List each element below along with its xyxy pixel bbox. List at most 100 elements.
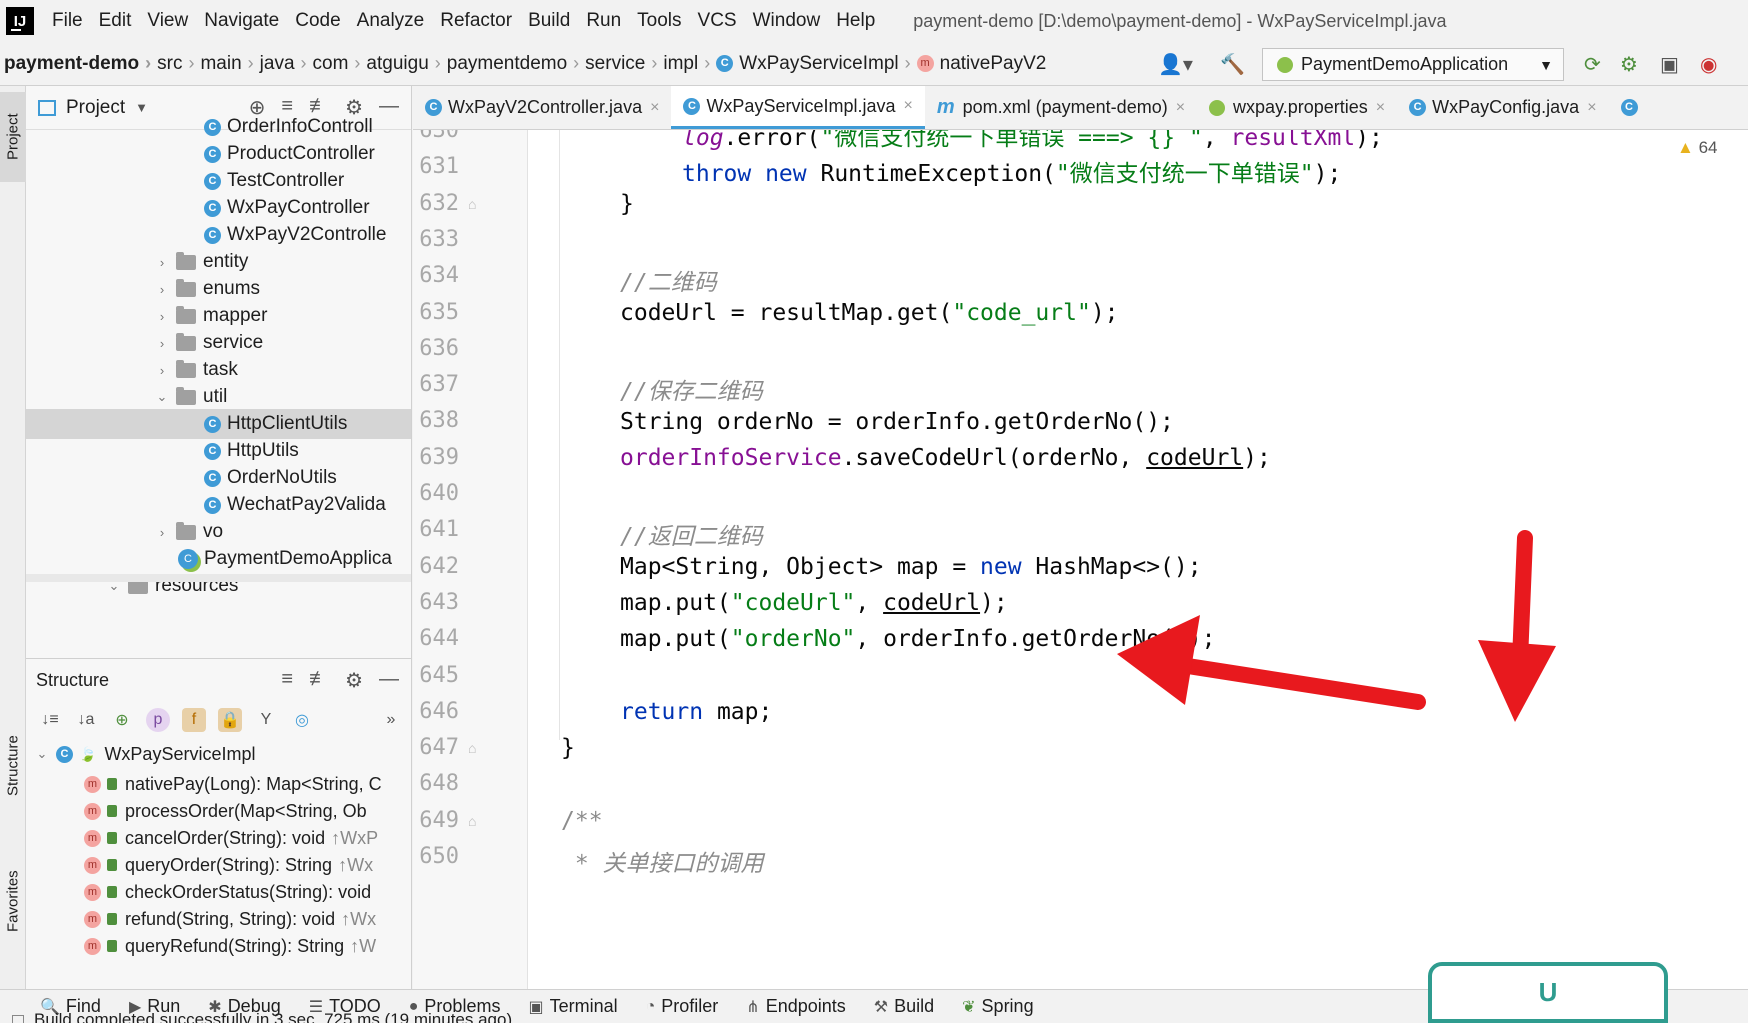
- tree-item-entity[interactable]: › entity: [26, 247, 411, 277]
- spring-tool-button[interactable]: ❦ Spring: [962, 996, 1033, 1017]
- tree-item-httputils[interactable]: C HttpUtils: [26, 436, 411, 466]
- tree-item-ordernoutils[interactable]: C OrderNoUtils: [26, 463, 411, 493]
- chevron-right-icon[interactable]: ›: [154, 255, 170, 270]
- structure-method-item[interactable]: m queryRefund(String): String ↑W: [26, 931, 411, 961]
- breadcrumb-atguigu[interactable]: atguigu ›: [366, 53, 446, 75]
- tree-item-testcontroller[interactable]: C TestController: [26, 166, 411, 196]
- structure-method-item[interactable]: m nativePay(Long): Map<String, C: [26, 769, 411, 799]
- endpoints-tool-button[interactable]: ⋔ Endpoints: [746, 996, 845, 1017]
- code-line-647[interactable]: }: [561, 735, 575, 761]
- code-line-643[interactable]: map.put("codeUrl", codeUrl);: [620, 590, 1008, 616]
- tab-overflow[interactable]: C: [1609, 86, 1656, 129]
- menu-build[interactable]: Build: [520, 10, 578, 32]
- show-properties-icon[interactable]: p: [146, 708, 170, 732]
- breadcrumb-src[interactable]: src ›: [157, 53, 200, 75]
- code-line-635[interactable]: codeUrl = resultMap.get("code_url");: [620, 300, 1119, 326]
- close-icon[interactable]: ×: [650, 99, 659, 117]
- menu-window[interactable]: Window: [745, 10, 829, 32]
- tab-wxpayv2controller[interactable]: C WxPayV2Controller.java ×: [413, 86, 671, 129]
- anonymous-classes-icon[interactable]: ◎: [290, 708, 314, 732]
- stop-icon[interactable]: ◉: [1700, 52, 1717, 77]
- menu-file[interactable]: File: [44, 10, 91, 32]
- tree-item-util[interactable]: ⌄ util: [26, 382, 411, 412]
- breadcrumb-method[interactable]: m nativePayV2: [916, 53, 1046, 75]
- run-configuration-select[interactable]: PaymentDemoApplication ▼: [1262, 48, 1564, 81]
- chevron-right-icon[interactable]: ›: [154, 525, 170, 540]
- tree-item-paymentdemoapplica[interactable]: C PaymentDemoApplica: [26, 544, 411, 574]
- show-fields-icon[interactable]: f: [182, 708, 206, 732]
- menu-view[interactable]: View: [139, 10, 196, 32]
- terminal-tool-button[interactable]: ▣ Terminal: [528, 996, 617, 1017]
- code-line-641[interactable]: //返回二维码: [620, 517, 763, 551]
- tree-item-wxpaycontroller[interactable]: C WxPayController: [26, 193, 411, 223]
- fold-marker-icon[interactable]: ⌂: [468, 196, 476, 212]
- menu-refactor[interactable]: Refactor: [432, 10, 520, 32]
- tree-item-enums[interactable]: › enums: [26, 274, 411, 304]
- tree-item-service[interactable]: › service: [26, 328, 411, 358]
- code-line-634[interactable]: //二维码: [620, 263, 717, 297]
- code-line-649[interactable]: /**: [561, 808, 603, 834]
- debug-icon[interactable]: ⚙: [1620, 52, 1638, 77]
- show-non-public-icon[interactable]: 🔒: [218, 708, 242, 732]
- breadcrumb-java[interactable]: java ›: [260, 53, 313, 75]
- code-line-630[interactable]: log.error("微信支付统一下单错误 ===> {} ", resultX…: [682, 130, 1383, 152]
- close-icon[interactable]: ×: [904, 97, 913, 115]
- code-line-639[interactable]: orderInfoService.saveCodeUrl(orderNo, co…: [620, 445, 1271, 471]
- breadcrumb-service[interactable]: service ›: [585, 53, 663, 75]
- breadcrumb-class[interactable]: C WxPayServiceImpl ›: [716, 53, 916, 75]
- build-tool-button[interactable]: ⚒ Build: [874, 996, 934, 1017]
- tab-project-tool[interactable]: Project: [0, 92, 26, 182]
- minimize-icon[interactable]: —: [379, 668, 399, 693]
- chevron-right-icon[interactable]: ›: [154, 309, 170, 324]
- tree-item-productcontroller[interactable]: C ProductController: [26, 139, 411, 169]
- tree-item-orderinfocontroll[interactable]: C OrderInfoControll: [26, 112, 411, 142]
- tree-item-wxpayv2controlle[interactable]: C WxPayV2Controlle: [26, 220, 411, 250]
- code-editor[interactable]: 630 631 632 633 634 635 636 637 638 639 640 641 642 6…: [413, 130, 1748, 989]
- coverage-icon[interactable]: ▣: [1660, 52, 1679, 77]
- hammer-icon[interactable]: 🔨: [1220, 52, 1245, 77]
- close-icon[interactable]: ×: [1587, 99, 1596, 117]
- menu-tools[interactable]: Tools: [629, 10, 689, 32]
- menu-help[interactable]: Help: [828, 10, 883, 32]
- tab-wxpayconfig[interactable]: C WxPayConfig.java ×: [1397, 86, 1608, 129]
- structure-root[interactable]: ⌄ C 🍃 WxPayServiceImpl: [26, 739, 411, 769]
- menu-vcs[interactable]: VCS: [690, 10, 745, 32]
- code-line-637[interactable]: //保存二维码: [620, 372, 763, 406]
- tree-item-httpclientutils[interactable]: C HttpClientUtils: [26, 409, 411, 439]
- rerun-icon[interactable]: ⟳: [1584, 52, 1601, 77]
- breadcrumb-impl[interactable]: impl ›: [663, 53, 716, 75]
- breadcrumb-main[interactable]: main ›: [200, 53, 259, 75]
- breadcrumb-paymentdemo[interactable]: paymentdemo ›: [447, 53, 585, 75]
- chevron-down-icon[interactable]: ⌄: [34, 746, 50, 762]
- chevron-right-icon[interactable]: ›: [154, 336, 170, 351]
- menu-analyze[interactable]: Analyze: [349, 10, 433, 32]
- tree-item-wechatpay2valida[interactable]: C WechatPay2Valida: [26, 490, 411, 520]
- tree-item-mapper[interactable]: › mapper: [26, 301, 411, 331]
- horizontal-scrollbar[interactable]: [26, 574, 411, 582]
- structure-method-item[interactable]: m queryOrder(String): String ↑Wx: [26, 850, 411, 880]
- inherited-icon[interactable]: ⊕: [110, 708, 134, 732]
- show-lambdas-icon[interactable]: Y: [254, 708, 278, 732]
- gear-icon[interactable]: ⚙: [345, 668, 363, 693]
- fold-marker-icon[interactable]: ⌂: [468, 740, 476, 756]
- tree-item-task[interactable]: › task: [26, 355, 411, 385]
- more-icon[interactable]: »: [379, 708, 403, 732]
- breadcrumb-com[interactable]: com ›: [313, 53, 367, 75]
- chevron-right-icon[interactable]: ›: [154, 282, 170, 297]
- sort-alpha-icon[interactable]: ↓a: [74, 708, 98, 732]
- collapse-all-icon[interactable]: ≢: [309, 668, 329, 693]
- structure-method-item[interactable]: m processOrder(Map<String, Ob: [26, 796, 411, 826]
- code-line-646[interactable]: return map;: [620, 699, 772, 725]
- menu-code[interactable]: Code: [287, 10, 348, 32]
- chevron-down-icon[interactable]: ⌄: [154, 389, 170, 405]
- tab-pom-xml[interactable]: m pom.xml (payment-demo) ×: [925, 86, 1197, 129]
- code-line-631[interactable]: throw new RuntimeException("微信支付统一下单错误")…: [682, 154, 1341, 188]
- code-line-638[interactable]: String orderNo = orderInfo.getOrderNo();: [620, 409, 1174, 435]
- menu-run[interactable]: Run: [578, 10, 629, 32]
- sort-visibility-icon[interactable]: ↓≡: [38, 708, 62, 732]
- code-line-650[interactable]: * 关单接口的调用: [561, 844, 764, 878]
- close-icon[interactable]: ×: [1376, 99, 1385, 117]
- code-line-642[interactable]: Map<String, Object> map = new HashMap<>(…: [620, 554, 1202, 580]
- expand-all-icon[interactable]: ≡: [281, 668, 293, 693]
- structure-method-item[interactable]: m checkOrderStatus(String): void: [26, 877, 411, 907]
